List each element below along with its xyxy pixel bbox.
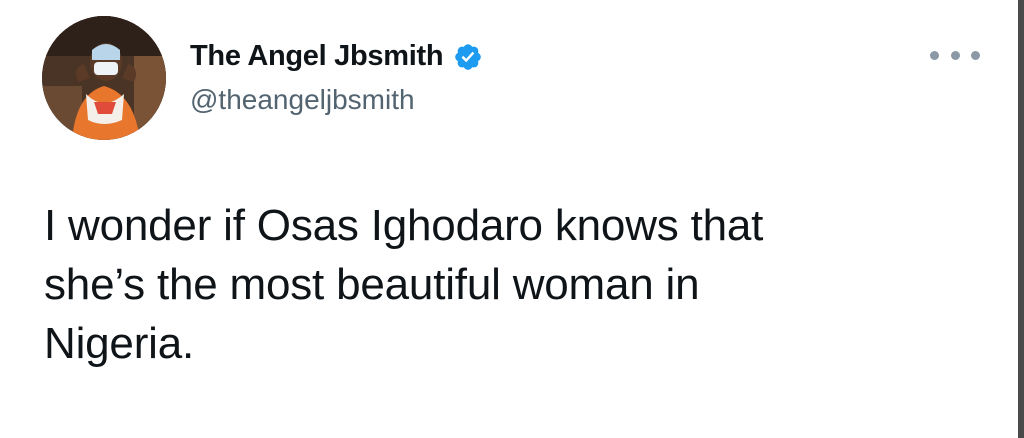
author-name-row[interactable]: The Angel Jbsmith: [190, 40, 483, 73]
verified-badge-icon: [453, 42, 483, 72]
tweet-card: The Angel Jbsmith @theangeljbsmith I won…: [0, 0, 1024, 438]
avatar-image: [42, 16, 166, 140]
more-horizontal-icon: [930, 50, 939, 60]
tweet-text: I wonder if Osas Ighodaro knows that she…: [44, 201, 764, 368]
more-horizontal-icon: [971, 50, 980, 60]
more-options-button[interactable]: [930, 40, 980, 70]
more-horizontal-icon: [950, 50, 960, 60]
author-handle[interactable]: @theangeljbsmith: [190, 84, 415, 116]
author-display-name[interactable]: The Angel Jbsmith: [190, 40, 444, 73]
window-edge: [1018, 0, 1024, 438]
author-avatar[interactable]: [42, 16, 166, 140]
